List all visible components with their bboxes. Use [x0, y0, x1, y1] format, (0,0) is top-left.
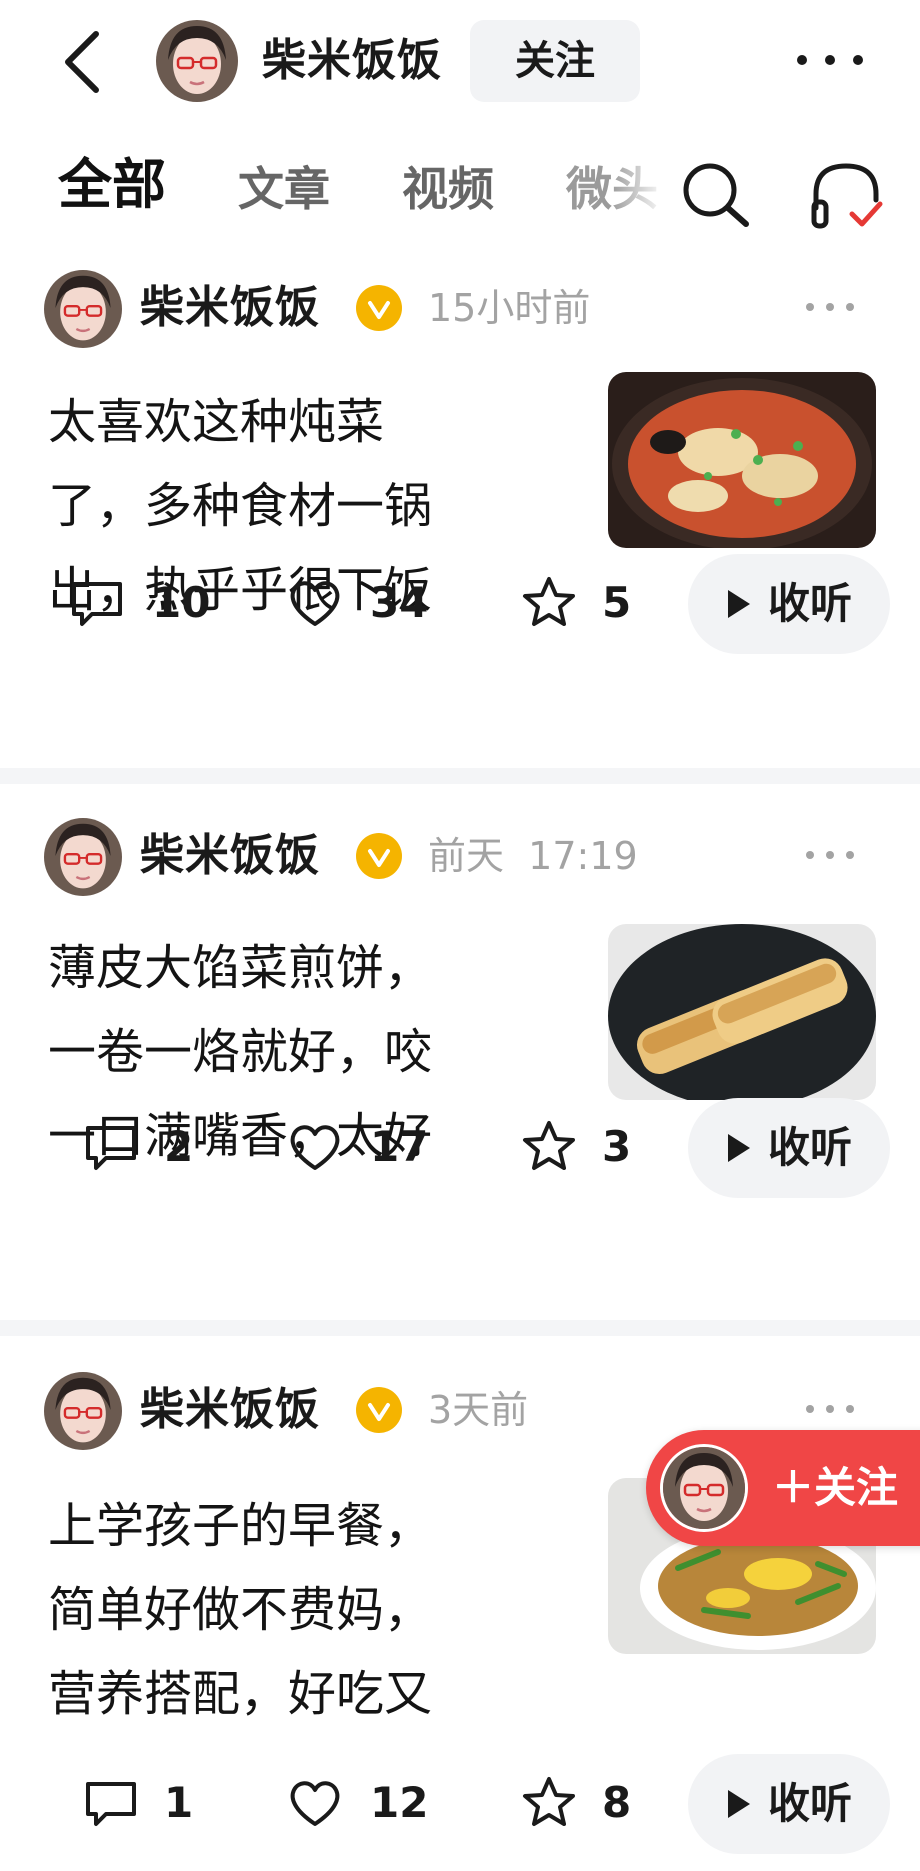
post-timestamp: 15小时前 — [428, 286, 591, 330]
post-text-line: 一卷一烙就好，咬 — [48, 1024, 433, 1080]
favorite-count: 3 — [602, 1122, 632, 1171]
comment-action[interactable]: 1 — [82, 1768, 222, 1838]
post-text-line: 营养搭配，好吃又 — [48, 1666, 433, 1722]
like-count: 17 — [370, 1122, 429, 1171]
floating-follow-button[interactable]: ＋关注 — [646, 1430, 920, 1546]
post-author-name[interactable]: 柴米饭饭 — [140, 1380, 320, 1440]
verified-badge-icon — [356, 1387, 402, 1433]
post-text[interactable]: 上学孩子的早餐， 简单好做不费妈， 营养搭配，好吃又 — [48, 1484, 538, 1736]
listen-button[interactable]: 收听 — [688, 1098, 890, 1198]
post-author-name[interactable]: 柴米饭饭 — [140, 278, 320, 338]
feed-post[interactable]: 柴米饭饭 前天 17:19 薄皮大馅菜煎饼， 一卷一烙就好，咬 一口满嘴香，太好 — [0, 812, 920, 1312]
comment-count: 1 — [164, 1778, 194, 1827]
star-icon — [523, 1121, 575, 1170]
more-options-icon[interactable] — [790, 40, 870, 80]
listen-button[interactable]: 收听 — [688, 554, 890, 654]
post-text-line: 简单好做不费妈， — [48, 1582, 433, 1638]
listen-label: 收听 — [768, 1123, 853, 1172]
post-thumbnail-pancakes[interactable] — [608, 924, 876, 1100]
like-action[interactable]: 17 — [286, 1112, 446, 1182]
comment-count: 10 — [152, 578, 211, 627]
content-tabs: 全部 文章 视频 微头 — [0, 148, 920, 238]
favorite-action[interactable]: 8 — [520, 1768, 640, 1838]
top-bar: 柴米饭饭 关注 — [0, 0, 920, 124]
tab-fade-overlay — [610, 148, 680, 238]
feed-post[interactable]: 柴米饭饭 15小时前 太喜欢这种炖菜 了，多种食材一锅 出，热乎乎很下饭 10 … — [0, 260, 920, 760]
post-more-icon[interactable] — [800, 840, 860, 870]
post-more-icon[interactable] — [800, 292, 860, 322]
header-author-name: 柴米饭饭 — [262, 35, 442, 86]
favorite-count: 5 — [602, 578, 632, 627]
post-text-line: 上学孩子的早餐， — [48, 1498, 433, 1554]
tab-all[interactable]: 全部 — [58, 150, 166, 220]
like-count: 34 — [370, 578, 429, 627]
favorite-action[interactable]: 3 — [520, 1112, 640, 1182]
comment-icon — [86, 1126, 136, 1170]
comment-action[interactable]: 2 — [82, 1112, 222, 1182]
comment-icon — [72, 582, 122, 626]
play-icon — [728, 1790, 750, 1818]
search-icon[interactable] — [676, 158, 756, 230]
tab-videos[interactable]: 视频 — [402, 154, 494, 224]
play-icon — [728, 1134, 750, 1162]
like-count: 12 — [370, 1778, 429, 1827]
listen-button[interactable]: 收听 — [688, 1754, 890, 1854]
star-icon — [523, 577, 575, 626]
post-more-icon[interactable] — [800, 1394, 860, 1424]
verified-badge-icon — [356, 833, 402, 879]
favorite-count: 8 — [602, 1778, 632, 1827]
listen-label: 收听 — [768, 579, 853, 628]
header-avatar[interactable] — [156, 20, 238, 102]
follow-button[interactable]: 关注 — [470, 20, 640, 102]
comment-action[interactable]: 10 — [68, 568, 228, 638]
play-icon — [728, 590, 750, 618]
floating-follow-label: ＋关注 — [772, 1463, 899, 1512]
post-avatar[interactable] — [44, 270, 122, 348]
post-author-name[interactable]: 柴米饭饭 — [140, 826, 320, 886]
star-icon — [523, 1777, 575, 1826]
post-thumbnail-stew[interactable] — [608, 372, 876, 548]
heart-icon — [290, 581, 340, 626]
post-divider — [0, 1320, 920, 1336]
post-text-line: 太喜欢这种炖菜 — [48, 394, 385, 450]
post-avatar[interactable] — [44, 818, 122, 896]
verified-badge-icon — [356, 285, 402, 331]
heart-icon — [290, 1781, 340, 1826]
headphones-icon[interactable] — [806, 158, 886, 234]
back-arrow-icon[interactable] — [52, 22, 116, 102]
like-action[interactable]: 12 — [286, 1768, 446, 1838]
post-text-line: 薄皮大馅菜煎饼， — [48, 940, 433, 996]
post-timestamp: 3天前 — [428, 1388, 529, 1432]
like-action[interactable]: 34 — [286, 568, 446, 638]
post-avatar[interactable] — [44, 1372, 122, 1450]
listen-label: 收听 — [768, 1779, 853, 1828]
heart-icon — [290, 1125, 340, 1170]
comment-icon — [86, 1782, 136, 1826]
tab-articles[interactable]: 文章 — [238, 154, 330, 224]
profile-feed-page: 柴米饭饭 关注 全部 文章 视频 微头 — [0, 0, 920, 1871]
floating-follow-avatar — [660, 1444, 748, 1532]
favorite-action[interactable]: 5 — [520, 568, 640, 638]
post-timestamp: 前天 17:19 — [428, 834, 638, 878]
comment-count: 2 — [164, 1122, 194, 1171]
post-divider — [0, 768, 920, 784]
post-text-line: 了，多种食材一锅 — [48, 478, 433, 534]
